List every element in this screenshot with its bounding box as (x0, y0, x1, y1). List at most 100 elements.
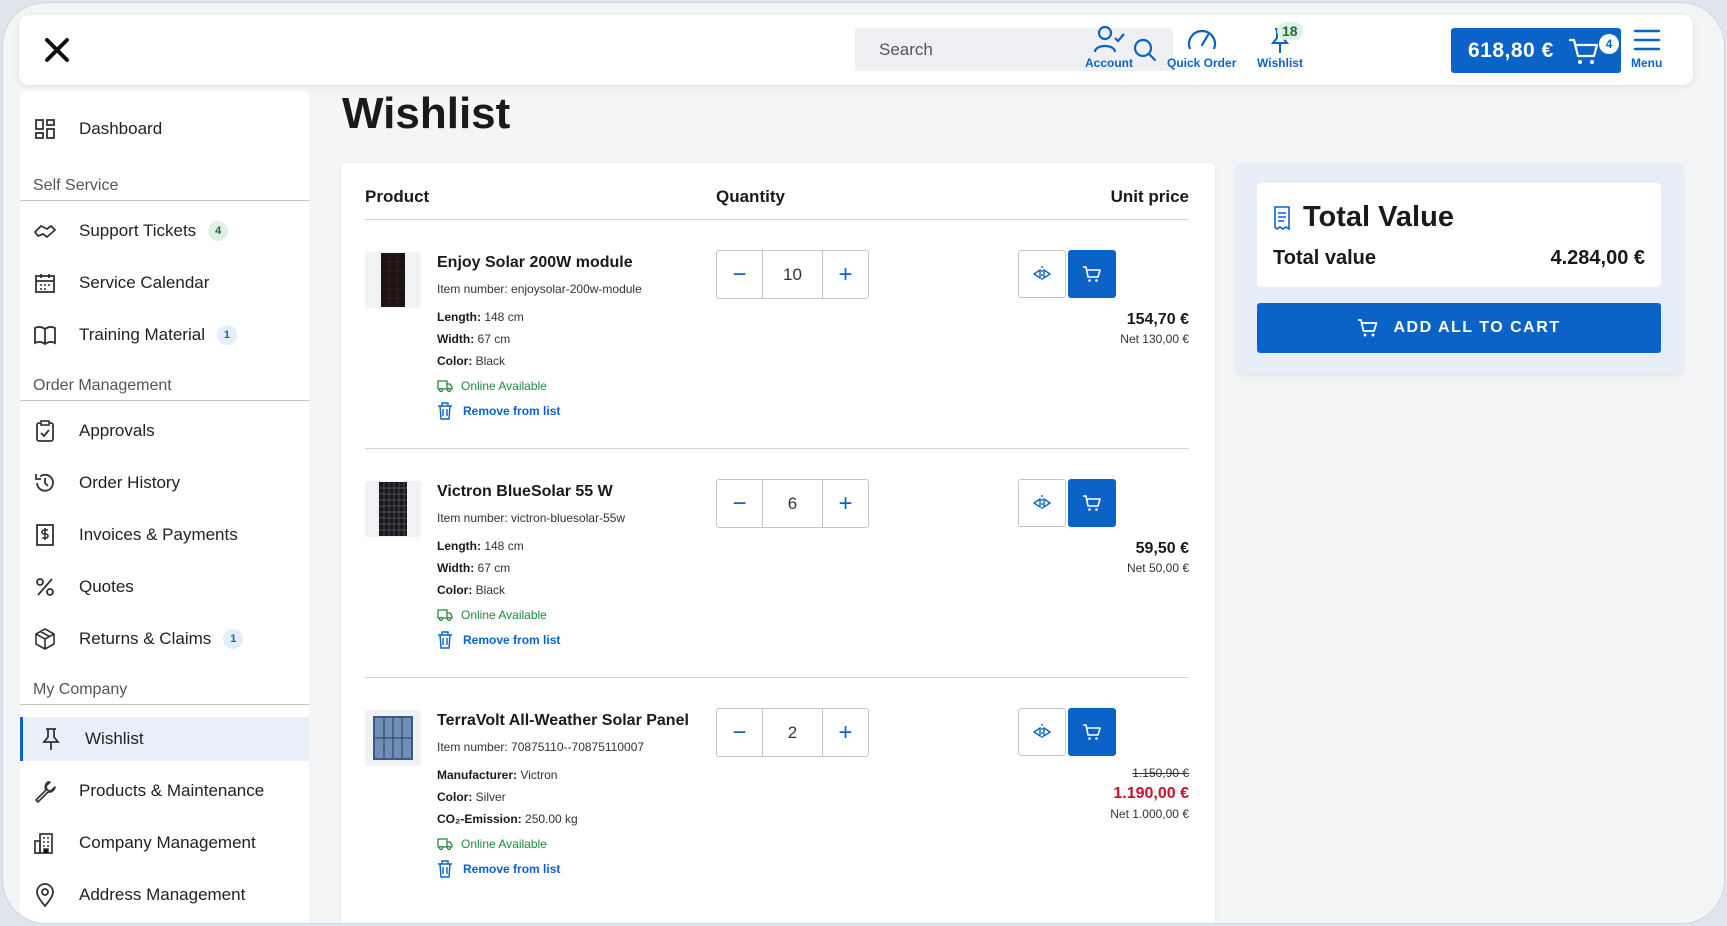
product-name[interactable]: TerraVolt All-Weather Solar Panel (437, 712, 689, 730)
compare-button[interactable] (1018, 479, 1066, 527)
quantity-stepper: − 6 + (716, 479, 869, 528)
sidebar-item-products-maintenance[interactable]: Products & Maintenance (20, 769, 309, 813)
quantity-input[interactable]: 10 (762, 251, 823, 298)
support-tickets-badge: 4 (208, 221, 229, 241)
quantity-input[interactable]: 2 (762, 709, 823, 756)
sidebar-item-wishlist[interactable]: Wishlist (20, 717, 309, 761)
decrease-quantity-button[interactable]: − (717, 251, 762, 298)
sidebar-item-label: Order History (79, 473, 181, 492)
cart-button[interactable]: 618,80 € 4 (1451, 28, 1621, 73)
product-attribute: Length: 148 cm (437, 310, 524, 324)
cart-icon (1083, 266, 1101, 282)
sidebar-item-address-management[interactable]: Address Management (20, 873, 309, 917)
table-row: TerraVolt All-Weather Solar Panel Item n… (365, 678, 1189, 907)
clipboard-check-icon (33, 419, 57, 443)
percent-icon (33, 575, 57, 599)
compare-icon (1032, 495, 1052, 511)
history-icon (33, 471, 57, 495)
product-name[interactable]: Victron BlueSolar 55 W (437, 483, 613, 501)
decrease-quantity-button[interactable]: − (717, 709, 762, 756)
product-image[interactable] (365, 481, 421, 537)
sidebar-item-support-tickets[interactable]: Support Tickets 4 (20, 209, 309, 253)
total-value-card: Total Value Total value 4.284,00 € (1257, 183, 1661, 287)
sidebar-item-label: Company Management (79, 833, 256, 852)
quantity-input[interactable]: 6 (762, 480, 823, 527)
sidebar-item-returns-claims[interactable]: Returns & Claims 1 (20, 617, 309, 661)
product-attribute: Width: 67 cm (437, 561, 511, 575)
sidebar-item-label: Returns & Claims (79, 629, 212, 648)
sidebar-item-approvals[interactable]: Approvals (20, 409, 309, 453)
account-label: Account (1085, 56, 1133, 70)
account-button[interactable]: Account (1085, 25, 1133, 70)
search-icon[interactable] (1133, 38, 1157, 62)
product-image[interactable] (365, 252, 421, 308)
section-self-service: Self Service (20, 171, 309, 201)
net-price: Net 50,00 € (1126, 561, 1189, 575)
add-to-cart-button[interactable] (1068, 250, 1116, 298)
sidebar-item-dashboard[interactable]: Dashboard (20, 107, 309, 151)
product-attribute: Color: Black (437, 354, 506, 368)
sidebar-item-label: Service Calendar (79, 273, 210, 292)
increase-quantity-button[interactable]: + (823, 480, 868, 527)
product-attribute: Width: 67 cm (437, 332, 511, 346)
quick-order-label: Quick Order (1167, 56, 1237, 70)
total-value-row: Total value 4.284,00 € (1273, 247, 1645, 270)
unit-price: 154,70 € (1126, 311, 1189, 328)
sidebar-item-training-material[interactable]: Training Material 1 (20, 313, 309, 357)
quick-order-button[interactable]: Quick Order (1167, 25, 1236, 70)
app-frame: Search Account Quick Order 18 Wishlist 6… (2, 2, 1725, 924)
product-item-number: Item number: 70875110--70875110007 (437, 740, 645, 754)
product-name[interactable]: Enjoy Solar 200W module (437, 254, 633, 272)
dashboard-icon (33, 117, 57, 141)
availability-status: Online Available (437, 379, 547, 393)
sidebar-item-quotes[interactable]: Quotes (20, 565, 309, 609)
increase-quantity-button[interactable]: + (823, 709, 868, 756)
wishlist-label: Wishlist (1257, 56, 1303, 70)
product-item-number: Item number: victron-bluesolar-55w (437, 511, 626, 525)
close-logo-icon[interactable] (41, 34, 73, 66)
col-header-quantity: Quantity (716, 187, 785, 206)
truck-icon (437, 380, 453, 392)
sidebar-item-label: Support Tickets (79, 221, 197, 240)
training-material-badge: 1 (216, 325, 237, 345)
remove-from-list-link[interactable]: Remove from list (437, 402, 560, 420)
search-placeholder: Search (879, 39, 933, 59)
sidebar-item-label: Approvals (79, 421, 155, 440)
sidebar-item-company-management[interactable]: Company Management (20, 821, 309, 865)
cart-icon (1568, 38, 1598, 64)
increase-quantity-button[interactable]: + (823, 251, 868, 298)
speedometer-icon (1187, 29, 1216, 50)
product-attribute: Length: 148 cm (437, 539, 524, 553)
sidebar-item-label: Products & Maintenance (79, 781, 265, 800)
table-row: Victron BlueSolar 55 W Item number: vict… (365, 449, 1189, 678)
handshake-icon (33, 219, 57, 243)
sidebar: Dashboard Self Service Support Tickets 4… (20, 91, 309, 923)
remove-from-list-link[interactable]: Remove from list (437, 631, 560, 649)
add-to-cart-button[interactable] (1068, 708, 1116, 756)
add-to-cart-button[interactable] (1068, 479, 1116, 527)
invoice-dollar-icon (33, 523, 57, 547)
product-item-number: Item number: enjoysolar-200w-module (437, 282, 642, 296)
remove-from-list-link[interactable]: Remove from list (437, 860, 560, 878)
section-my-company: My Company (20, 675, 309, 705)
compare-button[interactable] (1018, 708, 1066, 756)
package-return-icon (33, 627, 57, 651)
menu-button[interactable]: Menu (1631, 25, 1662, 70)
sidebar-item-service-calendar[interactable]: Service Calendar (20, 261, 309, 305)
total-value-title: Total Value (1273, 201, 1454, 234)
book-icon (33, 323, 57, 347)
map-pin-icon (33, 883, 57, 907)
sidebar-item-order-history[interactable]: Order History (20, 461, 309, 505)
wishlist-button[interactable]: 18 Wishlist (1255, 22, 1305, 70)
menu-label: Menu (1631, 56, 1663, 70)
product-image[interactable] (365, 710, 421, 766)
sidebar-item-invoices-payments[interactable]: Invoices & Payments (20, 513, 309, 557)
add-all-to-cart-button[interactable]: ADD ALL TO CART (1257, 303, 1661, 353)
decrease-quantity-button[interactable]: − (717, 480, 762, 527)
table-row: Enjoy Solar 200W module Item number: enj… (365, 220, 1189, 449)
total-value-amount: 4.284,00 € (1550, 247, 1645, 269)
compare-button[interactable] (1018, 250, 1066, 298)
calendar-icon (33, 271, 57, 295)
hamburger-icon (1633, 29, 1660, 51)
user-check-icon (1093, 25, 1125, 53)
